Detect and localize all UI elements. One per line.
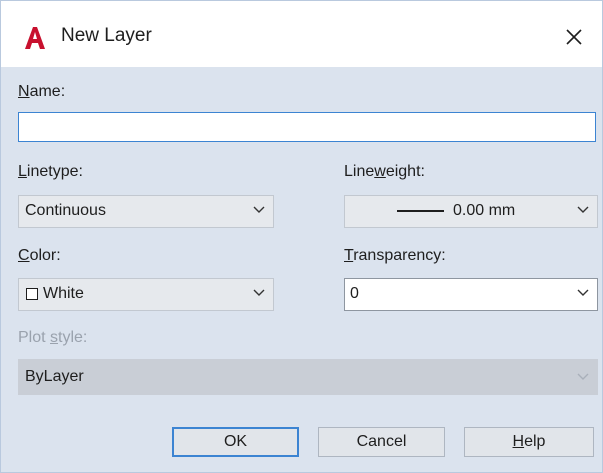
help-button-label: Help [512, 433, 546, 450]
transparency-combobox[interactable]: 0 [344, 278, 598, 311]
color-dropdown[interactable]: White [18, 278, 274, 311]
dialog-title: New Layer [61, 25, 152, 46]
chevron-down-icon [253, 289, 265, 296]
ok-button[interactable]: OK [172, 427, 299, 457]
plot-style-label: Plot style: [18, 329, 88, 346]
name-label: Name: [18, 83, 66, 100]
chevron-down-icon [577, 373, 589, 380]
autocad-a-icon [25, 27, 45, 49]
close-button[interactable] [546, 15, 602, 59]
ok-button-label: OK [223, 433, 248, 450]
chevron-down-icon [577, 289, 589, 296]
close-icon [566, 29, 582, 45]
cancel-button[interactable]: Cancel [318, 427, 445, 457]
lineweight-sample-line [397, 210, 444, 212]
lineweight-label: Lineweight: [344, 163, 425, 180]
title-bar: New Layer [1, 1, 602, 67]
transparency-value: 0 [350, 285, 359, 302]
linetype-label: Linetype: [18, 163, 83, 180]
plot-style-value: ByLayer [25, 368, 84, 385]
help-button[interactable]: Help [464, 427, 594, 457]
new-layer-dialog: New Layer Name: Linetype: Continuous Lin… [0, 0, 603, 473]
lineweight-value: 0.00 mm [453, 202, 516, 219]
chevron-down-icon [577, 206, 589, 213]
color-swatch [26, 288, 38, 300]
cancel-button-label: Cancel [356, 433, 407, 450]
linetype-value: Continuous [25, 202, 106, 219]
transparency-label: Transparency: [344, 247, 446, 264]
plot-style-dropdown: ByLayer [18, 359, 598, 395]
lineweight-dropdown[interactable]: 0.00 mm [344, 195, 598, 228]
linetype-dropdown[interactable]: Continuous [18, 195, 274, 228]
color-label: Color: [18, 247, 61, 264]
color-value: White [43, 285, 84, 302]
name-input[interactable] [18, 112, 596, 142]
chevron-down-icon [253, 206, 265, 213]
